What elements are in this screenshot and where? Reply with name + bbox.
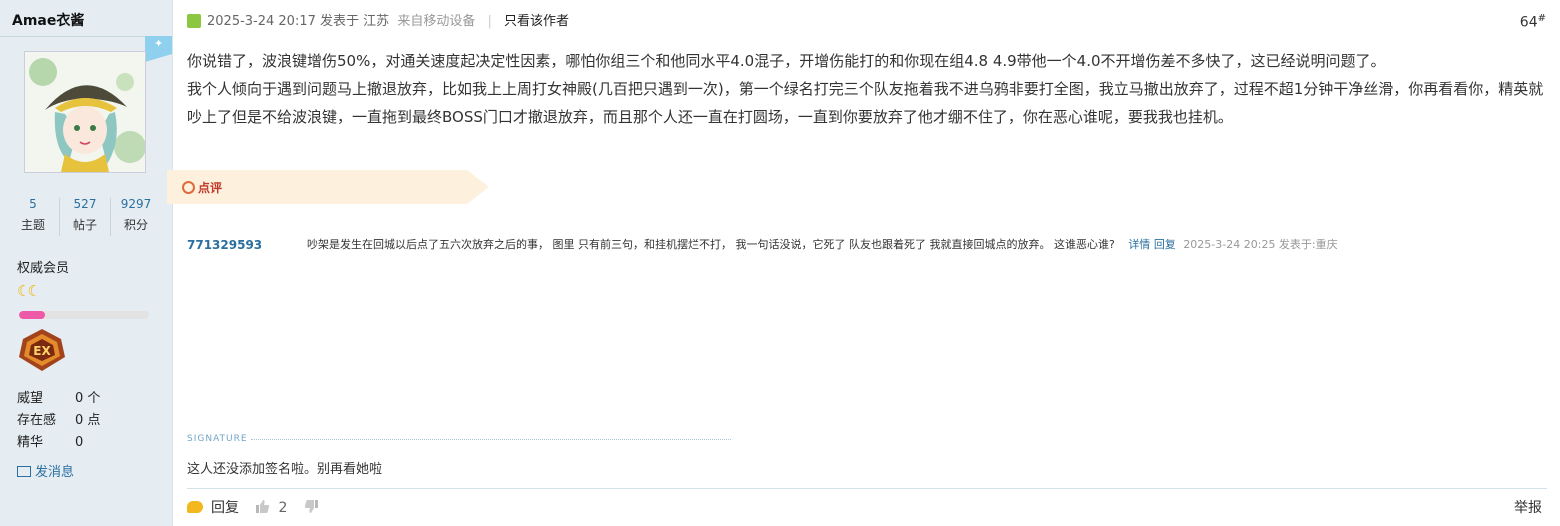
attr-value: 0 个 [75, 391, 101, 406]
stat-posts-value[interactable]: 527 [60, 194, 110, 214]
envelope-icon [17, 466, 31, 477]
author-panel: Amae衣酱 ✦ 5 主题 527 帖子 9297 积分 权威会员 ☾☾ EX … [0, 0, 173, 526]
comment-username[interactable]: 771329593 [187, 238, 262, 252]
post-paragraph: 我个人倾向于遇到问题马上撤退放弃，比如我上上周打女神殿(几百把只遇到一次)，第一… [187, 80, 1544, 126]
comment-tab-label: 点评 [198, 181, 223, 195]
send-message-button[interactable]: 发消息 [17, 461, 74, 480]
author-attributes: 威望 0 个 存在感 0 点 精华 0 [17, 388, 100, 454]
post-paragraph: 你说错了，波浪键增伤50%，对通关速度起决定性因素，哪怕你组三个和他同水平4.0… [187, 52, 1386, 70]
send-message-label: 发消息 [35, 465, 75, 480]
stat-credits-value[interactable]: 9297 [111, 194, 161, 214]
comment-item: 吵架是发生在回城以后点了五六次放弃之后的事， 图里 只有前三句，和挂机摆烂不打，… [307, 236, 1338, 252]
floor-value: 64 [1519, 14, 1538, 31]
medal-icon[interactable]: EX [17, 327, 67, 373]
reply-bubble-icon[interactable] [187, 501, 203, 513]
post-content: 你说错了，波浪键增伤50%，对通关速度起决定性因素，哪怕你组三个和他同水平4.0… [187, 47, 1547, 131]
comment-text: 吵架是发生在回城以后点了五六次放弃之后的事， 图里 只有前三句，和挂机摆烂不打，… [307, 238, 1115, 251]
only-author-link[interactable]: 只看该作者 [504, 14, 569, 29]
thumbs-up-icon[interactable] [255, 499, 270, 514]
stat-credits-label: 积分 [123, 218, 148, 232]
attr-presence: 存在感 0 点 [17, 410, 100, 432]
comment-section-tab: 点评 [167, 170, 489, 204]
level-progress-fill [19, 311, 45, 319]
post-main: 2025-3-24 20:17 发表于 江苏 来自移动设备 | 只看该作者 64… [167, 0, 1560, 526]
post-header: 2025-3-24 20:17 发表于 江苏 来自移动设备 | 只看该作者 [187, 10, 569, 29]
user-group[interactable]: 权威会员 [17, 257, 69, 276]
signature-divider [251, 439, 731, 440]
stat-threads-value[interactable]: 5 [8, 194, 58, 214]
author-name[interactable]: Amae衣酱 [12, 10, 84, 30]
stat-posts[interactable]: 527 帖子 [60, 194, 110, 236]
avatar-illustration-icon [25, 52, 145, 172]
report-button[interactable]: 举报 [1514, 497, 1542, 517]
signature-label: SIGNATURE [187, 434, 248, 444]
post-actions: 回复 2 [187, 497, 327, 517]
attr-key: 存在感 [17, 413, 57, 428]
corner-badge-icon: ✦ [145, 36, 172, 62]
rank-moon-icon: ☾☾ [17, 282, 41, 300]
svg-text:EX: EX [33, 344, 51, 358]
reply-button[interactable]: 回复 [211, 500, 239, 516]
attr-key: 威望 [17, 391, 44, 406]
level-progress-bar [19, 311, 149, 319]
comment-circle-icon [182, 181, 195, 194]
stat-threads[interactable]: 5 主题 [8, 194, 58, 236]
comment-detail-link[interactable]: 详情 [1128, 238, 1150, 251]
forum-post: Amae衣酱 ✦ 5 主题 527 帖子 9297 积分 权威会员 ☾☾ EX … [0, 0, 1560, 526]
attr-digest: 精华 0 [17, 432, 100, 454]
footer-divider [187, 488, 1547, 489]
attr-prestige: 威望 0 个 [17, 388, 100, 410]
stat-threads-label: 主题 [20, 218, 45, 232]
author-stats: 5 主题 527 帖子 9297 积分 [0, 194, 172, 240]
signature-text: 这人还没添加签名啦。别再看她啦 [187, 462, 383, 477]
comment-reply-link[interactable]: 回复 [1154, 238, 1176, 251]
floor-mark: # [1537, 13, 1546, 24]
online-status-icon [187, 13, 201, 28]
header-separator: | [487, 14, 492, 29]
avatar[interactable] [24, 51, 146, 173]
thumbs-down-icon[interactable] [304, 499, 319, 514]
floor-number[interactable]: 64# [1520, 13, 1546, 31]
attr-value: 0 [75, 435, 84, 450]
post-device: 来自移动设备 [397, 14, 476, 29]
post-location: 江苏 [363, 14, 390, 29]
like-count: 2 [278, 500, 288, 516]
comment-meta: 2025-3-24 20:25 发表于:重庆 [1183, 238, 1338, 251]
stat-credits[interactable]: 9297 积分 [111, 194, 161, 236]
post-date: 2025-3-24 20:17 [207, 14, 316, 29]
posted-in-label: 发表于 [320, 14, 360, 29]
attr-key: 精华 [17, 435, 44, 450]
attr-value: 0 点 [75, 413, 101, 428]
stat-posts-label: 帖子 [72, 218, 97, 232]
